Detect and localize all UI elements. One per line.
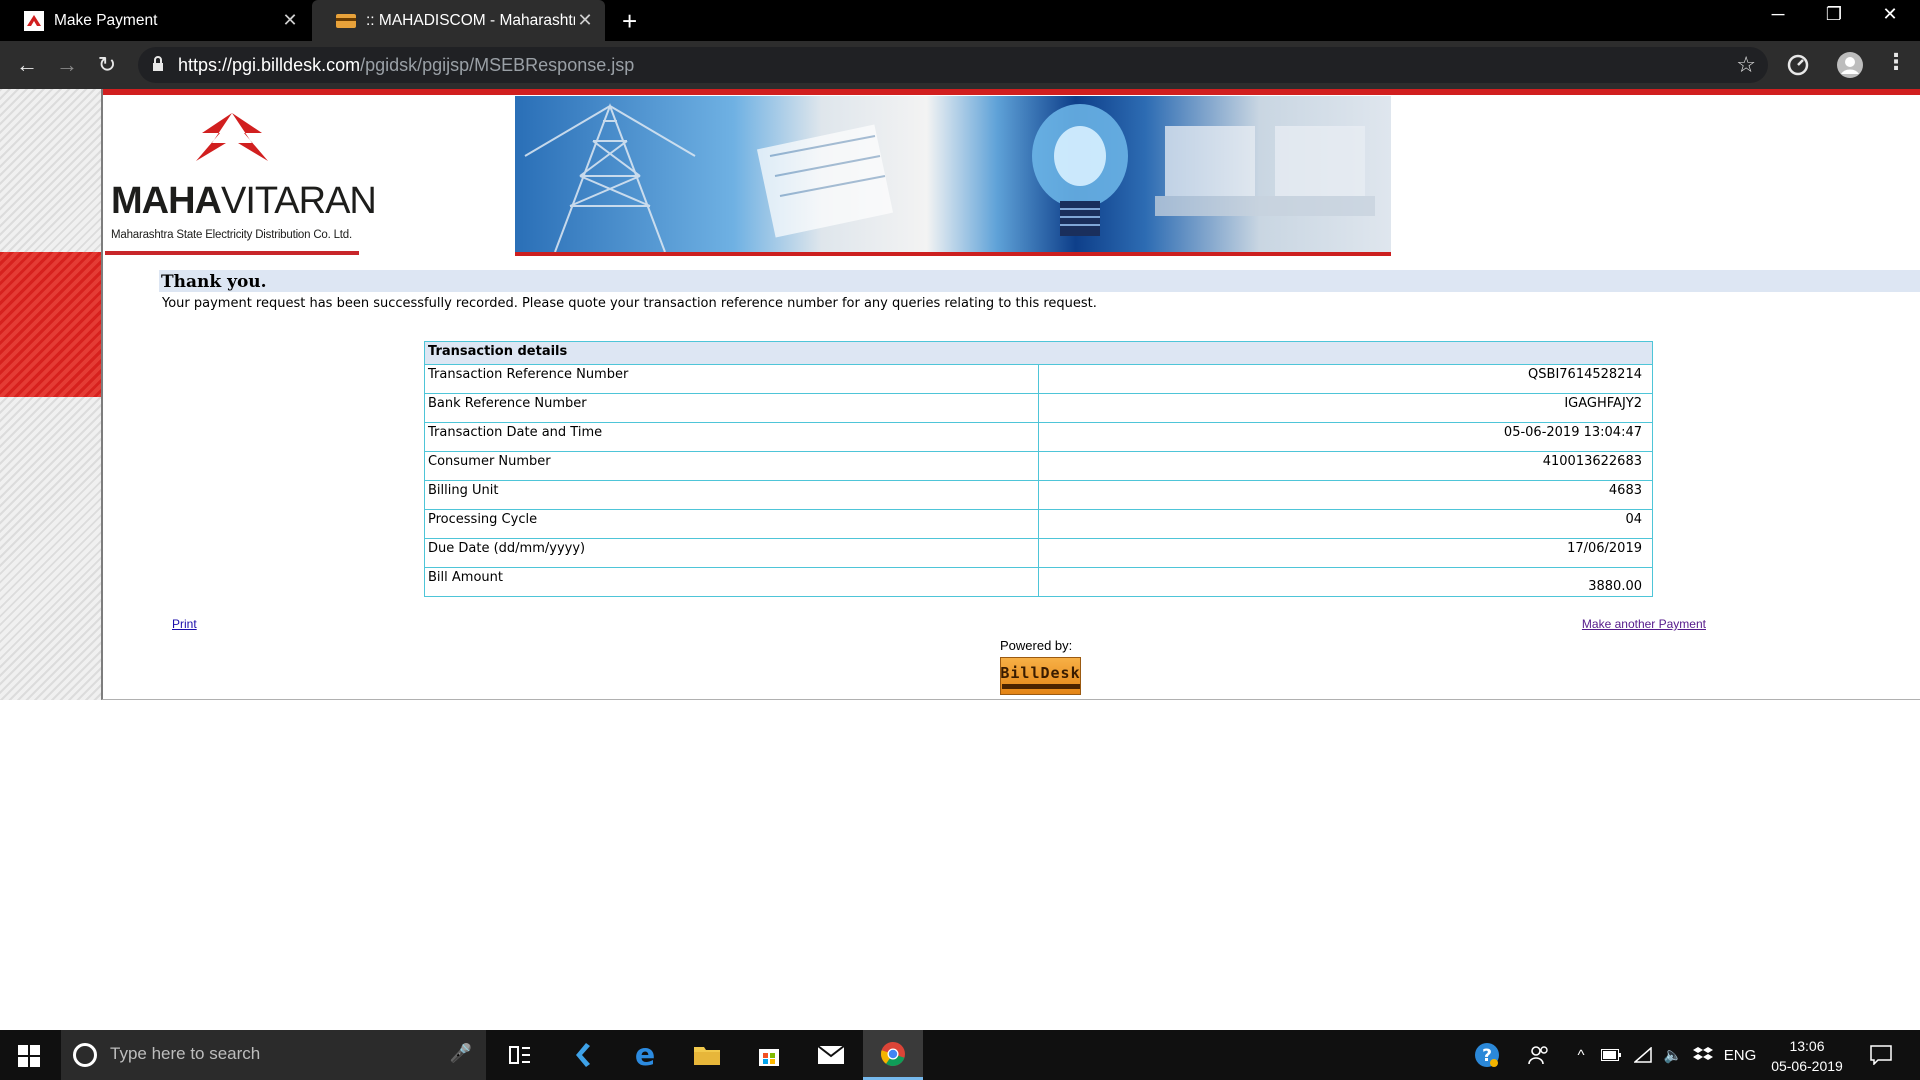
- tab-mahadiscom[interactable]: :: MAHADISCOM - Maharashtra S ✕: [312, 0, 605, 41]
- row-value: 05-06-2019 13:04:47: [1038, 422, 1653, 452]
- row-label: Transaction Reference Number: [424, 364, 1039, 394]
- banner-illustration-icon: [524, 103, 1375, 252]
- row-label: Bank Reference Number: [424, 393, 1039, 423]
- table-row: Transaction Date and Time 05-06-2019 13:…: [424, 422, 1653, 452]
- thank-you-bar: [159, 270, 1920, 292]
- billdesk-logo: BillDesk: [1000, 657, 1081, 695]
- confirmation-message: Your payment request has been successful…: [162, 296, 1097, 311]
- address-bar[interactable]: https://pgi.billdesk.com/pgidsk/pgijsp/M…: [138, 47, 1768, 83]
- url-text[interactable]: https://pgi.billdesk.com/pgidsk/pgijsp/M…: [178, 55, 634, 76]
- table-heading: Transaction details: [424, 341, 1653, 365]
- profile-avatar-icon[interactable]: [1836, 51, 1864, 79]
- tab-title: :: MAHADISCOM - Maharashtra S: [366, 11, 575, 29]
- row-value: 04: [1038, 509, 1653, 539]
- people-icon[interactable]: [1522, 1030, 1556, 1080]
- edge-browser-icon[interactable]: e: [615, 1030, 675, 1080]
- tab-title: Make Payment: [54, 11, 158, 29]
- windows-start-icon[interactable]: [18, 1045, 40, 1072]
- system-clock[interactable]: 13:06 05-06-2019: [1762, 1036, 1852, 1076]
- table-row: Due Date (dd/mm/yyyy) 17/06/2019: [424, 538, 1653, 568]
- print-link[interactable]: Print: [172, 617, 197, 631]
- new-tab-button[interactable]: +: [622, 6, 637, 37]
- clock-date: 05-06-2019: [1771, 1058, 1843, 1074]
- row-value: 3880.00: [1038, 567, 1653, 597]
- restore-button[interactable]: ❐: [1806, 4, 1862, 25]
- mahavitaran-logo: MAHAVITARAN Maharashtra State Electricit…: [107, 105, 377, 255]
- row-label: Billing Unit: [424, 480, 1039, 510]
- wifi-icon[interactable]: [1630, 1030, 1656, 1080]
- back-arrow-icon[interactable]: ←: [12, 50, 42, 80]
- page-viewport: MAHAVITARAN Maharashtra State Electricit…: [0, 89, 1920, 1030]
- cortana-icon: [73, 1043, 97, 1067]
- transaction-details-table: Transaction details Transaction Referenc…: [424, 341, 1653, 597]
- row-value: IGAGHFAJY2: [1038, 393, 1653, 423]
- mahavitaran-favicon-icon: [24, 10, 44, 31]
- row-value: 17/06/2019: [1038, 538, 1653, 568]
- browser-toolbar: ← → ↻ https://pgi.billdesk.com/pgidsk/pg…: [0, 41, 1920, 89]
- language-indicator[interactable]: ENG: [1720, 1030, 1760, 1080]
- make-another-payment-link[interactable]: Make another Payment: [1582, 617, 1706, 631]
- table-header-row: Transaction details: [424, 341, 1653, 365]
- page-title: Thank you.: [161, 272, 267, 292]
- chrome-browser-icon[interactable]: [863, 1030, 923, 1080]
- chevron-up-icon[interactable]: ^: [1570, 1030, 1592, 1080]
- header-banner-image: [515, 96, 1391, 256]
- table-row: Bank Reference Number IGAGHFAJY2: [424, 393, 1653, 423]
- logo-lightning-mark-icon: [196, 113, 268, 161]
- file-explorer-icon[interactable]: [677, 1030, 737, 1080]
- table-row: Processing Cycle 04: [424, 509, 1653, 539]
- tab-make-payment[interactable]: Make Payment ✕: [0, 0, 310, 41]
- battery-icon[interactable]: [1598, 1030, 1624, 1080]
- row-label: Processing Cycle: [424, 509, 1039, 539]
- microsoft-store-icon[interactable]: [739, 1030, 799, 1080]
- volume-icon[interactable]: 🔈: [1660, 1030, 1686, 1080]
- close-tab-icon[interactable]: ✕: [280, 10, 300, 31]
- mail-icon[interactable]: [801, 1030, 861, 1080]
- table-row: Billing Unit 4683: [424, 480, 1653, 510]
- card-favicon-icon: [336, 11, 356, 31]
- row-value: 4683: [1038, 480, 1653, 510]
- search-placeholder: Type here to search: [110, 1044, 261, 1063]
- taskbar-search-box[interactable]: Type here to search 🎤: [61, 1030, 486, 1080]
- header-red-line: [103, 89, 1920, 95]
- table-row: Consumer Number 410013622683: [424, 451, 1653, 481]
- row-value: 410013622683: [1038, 451, 1653, 481]
- dropbox-icon[interactable]: [1690, 1030, 1716, 1080]
- forward-arrow-icon[interactable]: →: [52, 50, 82, 80]
- help-icon[interactable]: ?: [1470, 1030, 1504, 1080]
- logo-subtitle: Maharashtra State Electricity Distributi…: [111, 229, 352, 241]
- reload-icon[interactable]: ↻: [92, 50, 122, 80]
- logo-wordmark: MAHAVITARAN: [111, 180, 377, 222]
- lock-icon: [152, 56, 164, 77]
- more-menu-icon[interactable]: ⋮: [1885, 49, 1907, 75]
- minimize-button[interactable]: ─: [1750, 4, 1806, 25]
- speedometer-extension-icon[interactable]: [1784, 51, 1812, 79]
- left-red-band: [0, 252, 101, 397]
- logo-underline: [105, 251, 359, 255]
- table-row: Transaction Reference Number QSBI7614528…: [424, 364, 1653, 394]
- row-label: Due Date (dd/mm/yyyy): [424, 538, 1039, 568]
- row-label: Bill Amount: [424, 567, 1039, 597]
- windows-taskbar: Type here to search 🎤 e ? ^ 🔈 ENG 13:06 …: [0, 1030, 1920, 1080]
- payment-response-frame: MAHAVITARAN Maharashtra State Electricit…: [101, 89, 1920, 700]
- powered-by-label: Powered by:: [1000, 638, 1073, 653]
- close-tab-icon[interactable]: ✕: [575, 10, 595, 31]
- bookmark-star-icon[interactable]: ☆: [1736, 52, 1756, 78]
- task-view-icon[interactable]: [490, 1030, 550, 1080]
- close-window-button[interactable]: ✕: [1862, 4, 1918, 25]
- row-label: Consumer Number: [424, 451, 1039, 481]
- visual-studio-code-icon[interactable]: [553, 1030, 613, 1080]
- microphone-icon[interactable]: 🎤: [450, 1043, 472, 1064]
- row-label: Transaction Date and Time: [424, 422, 1039, 452]
- notifications-icon[interactable]: [1864, 1030, 1898, 1080]
- table-row: Bill Amount 3880.00: [424, 567, 1653, 597]
- billdesk-logo-text: BillDesk: [1000, 663, 1081, 682]
- billdesk-logo-strip: [1001, 683, 1080, 689]
- browser-tab-bar: Make Payment ✕ :: MAHADISCOM - Maharasht…: [0, 0, 1920, 41]
- clock-time: 13:06: [1789, 1038, 1825, 1054]
- row-value: QSBI7614528214: [1038, 364, 1653, 394]
